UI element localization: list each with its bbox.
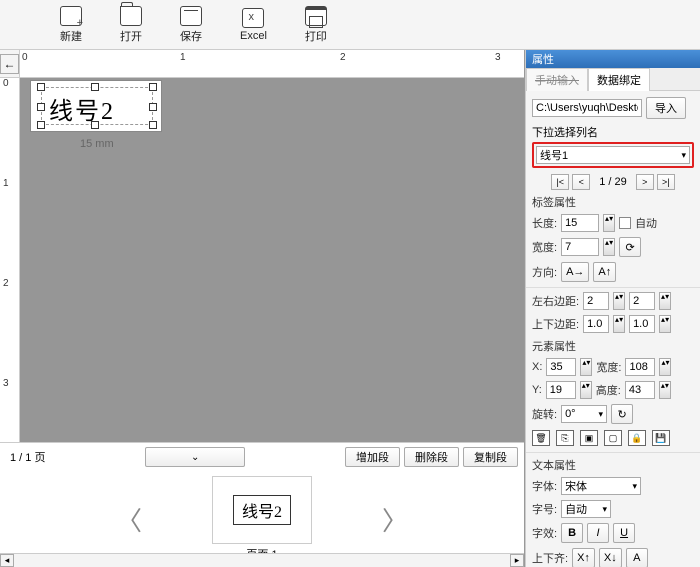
rotate-icon[interactable]: ↻ (611, 404, 633, 424)
label-text: 线号2 (49, 91, 115, 126)
elem-height-input[interactable] (625, 381, 655, 399)
text-props-header: 文本属性 (532, 457, 694, 473)
elem-props-header: 元素属性 (532, 338, 694, 354)
fontsize-select[interactable]: 自动 (561, 500, 611, 518)
tab-data-binding[interactable]: 数据绑定 (588, 68, 650, 91)
copy-segment-button[interactable]: 复制段 (463, 447, 518, 467)
dir-v-button[interactable]: A↑ (593, 262, 616, 282)
top-toolbar: 新建 打开 保存 Excel 打印 (0, 0, 700, 50)
next-page-button[interactable]: 〉 (352, 501, 438, 538)
new-button[interactable]: 新建 (60, 6, 82, 44)
label-props-header: 标签属性 (532, 194, 694, 210)
underline-button[interactable]: U (613, 523, 635, 543)
print-icon (305, 6, 327, 26)
bold-button[interactable]: B (561, 523, 583, 543)
add-segment-button[interactable]: 增加段 (345, 447, 400, 467)
y-input[interactable] (546, 381, 576, 399)
lock-icon[interactable]: 🔒 (628, 430, 646, 446)
align-stretch-button[interactable]: A (626, 548, 648, 567)
prev-page-button[interactable]: 〈 (86, 501, 172, 538)
save-icon (180, 6, 202, 26)
page-thumb[interactable]: 线号2 页面 1 (212, 476, 312, 562)
elem-width-input[interactable] (625, 358, 655, 376)
refresh-icon[interactable]: ⟳ (619, 237, 641, 257)
dir-h-button[interactable]: A→ (561, 262, 589, 282)
label-object[interactable]: 线号2 (30, 80, 162, 132)
length-input[interactable] (561, 214, 599, 232)
import-button[interactable]: 导入 (646, 97, 686, 119)
dropdown-label: 下拉选择列名 (532, 124, 694, 140)
font-select[interactable]: 宋体 (561, 477, 641, 495)
italic-button[interactable]: I (587, 523, 609, 543)
right-margin-input[interactable] (629, 292, 655, 310)
path-input[interactable] (532, 99, 642, 117)
length-spinner[interactable]: ▴▾ (603, 214, 615, 232)
vertical-ruler: 0 1 2 3 (0, 78, 20, 442)
width-input[interactable] (561, 238, 599, 256)
tab-manual-input[interactable]: 手动输入 (526, 68, 588, 91)
copy-icon[interactable]: ⎘ (556, 430, 574, 446)
bottom-margin-input[interactable] (629, 315, 655, 333)
top-margin-input[interactable] (583, 315, 609, 333)
bring-front-icon[interactable]: ▣ (580, 430, 598, 446)
editor-area: ← 0 1 2 3 0 1 2 3 线号2 (0, 50, 525, 567)
send-back-icon[interactable]: ▢ (604, 430, 622, 446)
auto-checkbox[interactable] (619, 217, 631, 229)
open-button[interactable]: 打开 (120, 6, 142, 44)
mm-label: 15 mm (80, 138, 114, 150)
pager-count: 1 / 29 (593, 176, 633, 188)
open-icon (120, 6, 142, 26)
properties-panel: 属性 手动输入 数据绑定 导入 下拉选择列名 线号1 |< < 1 / 29 >… (525, 50, 700, 567)
footer-panel: 1 / 1 页 ⌄ 增加段 删除段 复制段 〈 线号2 页面 1 〉 (0, 442, 524, 567)
footer-dropdown[interactable]: ⌄ (145, 447, 245, 467)
highlighted-dropdown: 线号1 (532, 142, 694, 168)
page-count: 1 / 1 页 (10, 449, 45, 465)
delete-icon[interactable]: 🗑 (532, 430, 550, 446)
rotation-select[interactable]: 0° (561, 405, 607, 423)
hscrollbar[interactable]: ◂▸ (0, 553, 524, 567)
print-button[interactable]: 打印 (305, 6, 327, 44)
column-select[interactable]: 线号1 (536, 146, 690, 164)
align-bottom-button[interactable]: X↓ (599, 548, 622, 567)
pager-first[interactable]: |< (551, 174, 569, 190)
save-button[interactable]: 保存 (180, 6, 202, 44)
left-margin-input[interactable] (583, 292, 609, 310)
panel-title: 属性 (526, 50, 700, 68)
excel-icon (242, 8, 264, 28)
excel-button[interactable]: Excel (240, 8, 267, 42)
save-elem-icon[interactable]: 💾 (652, 430, 670, 446)
new-icon (60, 6, 82, 26)
canvas[interactable]: 线号2 15 mm (20, 78, 524, 442)
delete-segment-button[interactable]: 删除段 (404, 447, 459, 467)
back-button[interactable]: ← (0, 54, 19, 74)
pager-next[interactable]: > (636, 174, 654, 190)
pager-last[interactable]: >| (657, 174, 675, 190)
width-spinner[interactable]: ▴▾ (603, 238, 615, 256)
x-input[interactable] (546, 358, 576, 376)
horizontal-ruler: 0 1 2 3 (20, 50, 524, 78)
align-top-button[interactable]: X↑ (572, 548, 595, 567)
pager-prev[interactable]: < (572, 174, 590, 190)
